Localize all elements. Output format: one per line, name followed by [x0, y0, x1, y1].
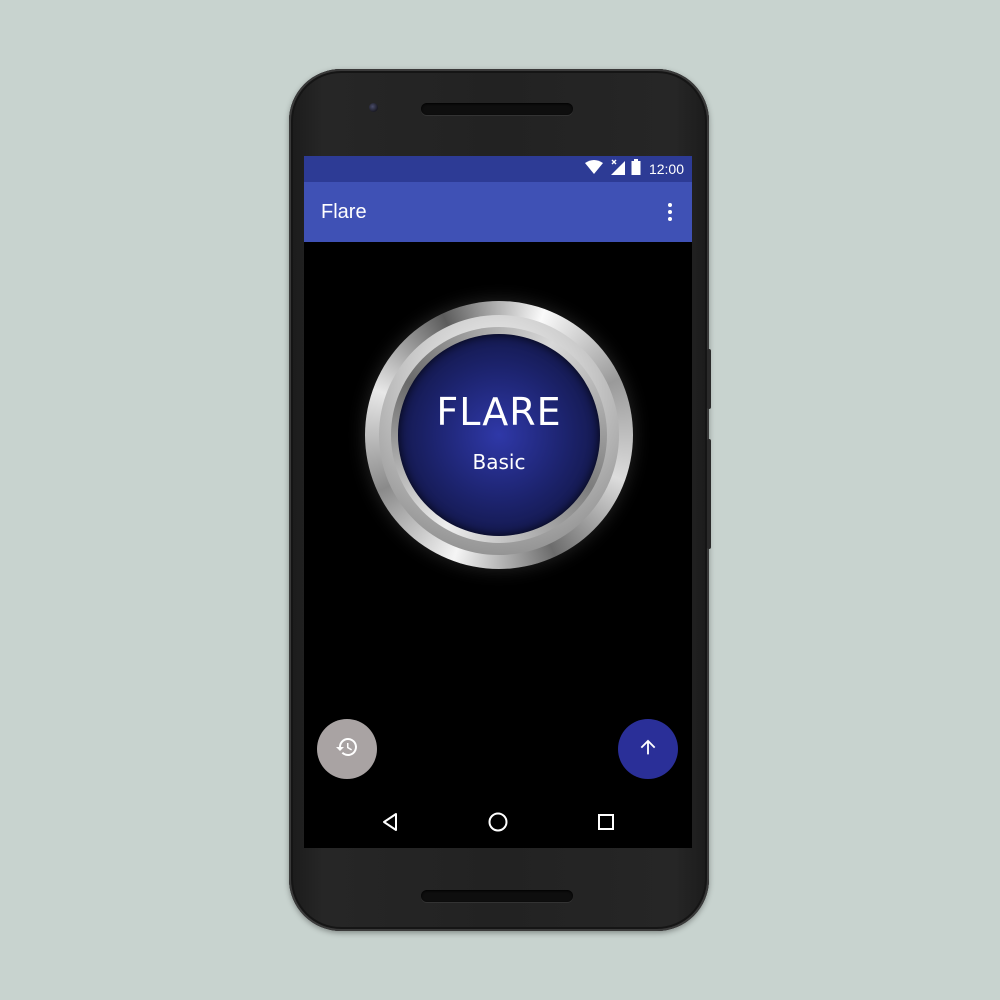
- history-icon: [335, 735, 359, 764]
- recents-icon[interactable]: [594, 810, 618, 834]
- status-icons: 12:00: [584, 158, 684, 180]
- nav-bar: [304, 796, 692, 848]
- send-flare-button[interactable]: [618, 719, 678, 779]
- status-time: 12:00: [648, 161, 684, 177]
- flare-title: FLARE: [436, 390, 562, 434]
- status-bar: 12:00: [304, 156, 692, 182]
- arrow-up-icon: [637, 736, 659, 763]
- front-camera: [369, 103, 378, 112]
- back-icon[interactable]: [378, 810, 402, 834]
- cellular-signal-icon: [609, 159, 625, 180]
- history-button[interactable]: [317, 719, 377, 779]
- app-bar: Flare: [304, 182, 692, 242]
- phone-frame: 12:00 Flare FLARE Basic: [289, 69, 711, 931]
- battery-icon: [631, 158, 641, 180]
- volume-button: [707, 439, 711, 549]
- bottom-speaker: [421, 890, 573, 902]
- overflow-menu-icon[interactable]: [662, 200, 678, 224]
- wifi-icon: [584, 159, 603, 179]
- screen: 12:00 Flare FLARE Basic: [304, 156, 692, 848]
- flare-face: FLARE Basic: [398, 334, 600, 536]
- top-speaker: [421, 103, 573, 115]
- flare-button[interactable]: FLARE Basic: [365, 301, 633, 569]
- power-button: [707, 349, 711, 409]
- app-title: Flare: [321, 201, 367, 223]
- flare-mode-label: Basic: [472, 450, 526, 474]
- home-icon[interactable]: [486, 810, 510, 834]
